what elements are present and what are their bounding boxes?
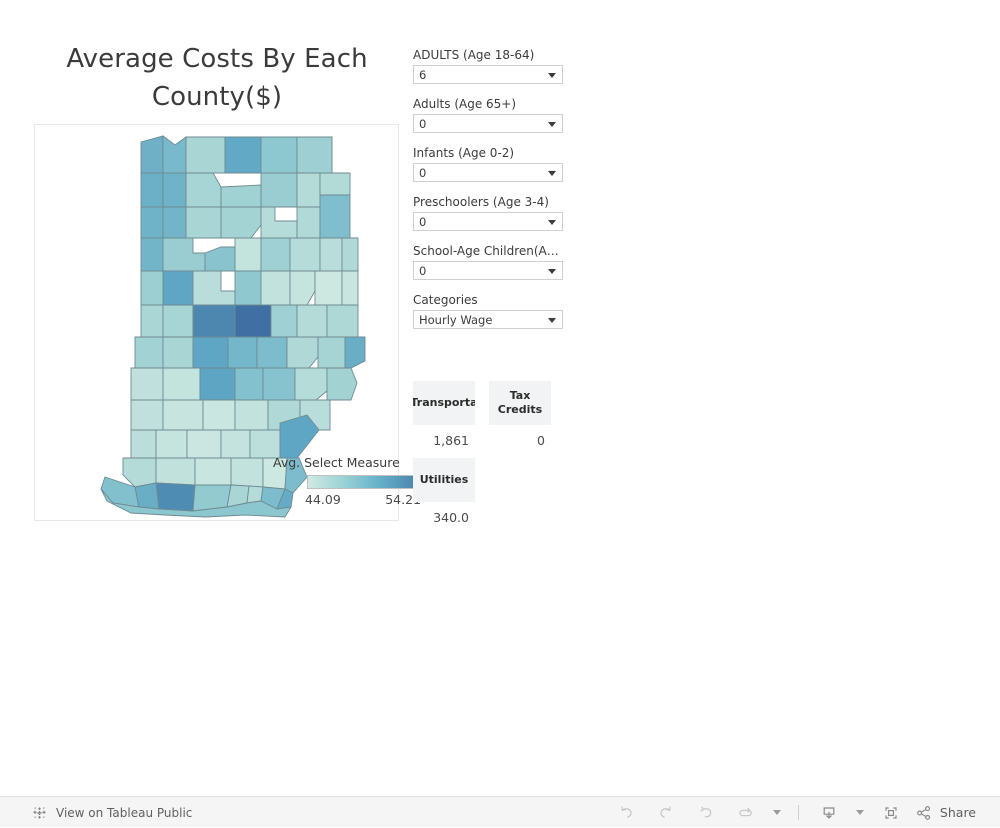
fullscreen-icon xyxy=(885,806,897,819)
legend-title: Avg. Select Measure xyxy=(273,455,400,470)
metric-header: Tax Credits xyxy=(489,381,551,425)
chevron-down-icon[interactable] xyxy=(548,220,556,225)
metric-header: Transporta xyxy=(413,381,475,425)
filter-dropdown-adults-65-plus[interactable]: 0 xyxy=(413,114,563,133)
metric-card-transportation[interactable]: Transporta 1,861 xyxy=(413,381,475,448)
metric-card-utilities[interactable]: Utilities 340.0 xyxy=(413,458,475,525)
filter-value: 0 xyxy=(419,166,427,180)
filter-label: Adults (Age 65+) xyxy=(413,97,517,111)
dashboard: Average Costs By Each County($) Avg. Sel… xyxy=(0,0,1000,796)
undo-button[interactable] xyxy=(606,797,646,828)
fullscreen-button[interactable] xyxy=(871,797,911,828)
download-button[interactable] xyxy=(809,797,849,828)
filter-value: 6 xyxy=(419,68,427,82)
filter-label: School-Age Children(Age… xyxy=(413,244,565,258)
filter-adults-18-64: ADULTS (Age 18-64) 6 xyxy=(413,48,565,84)
legend-gradient-bar xyxy=(307,475,419,489)
toolbar-actions: Share xyxy=(606,797,984,828)
redo-icon xyxy=(660,805,671,818)
filter-adults-65-plus: Adults (Age 65+) 0 xyxy=(413,97,565,133)
filter-label: Categories xyxy=(413,293,478,307)
legend-min-value: 44.09 xyxy=(305,492,341,507)
metric-card-tax-credits[interactable]: Tax Credits 0 xyxy=(489,381,551,448)
page-title: Average Costs By Each County($) xyxy=(66,44,368,112)
chevron-down-icon[interactable] xyxy=(548,73,556,78)
chevron-down-icon[interactable] xyxy=(548,269,556,274)
filter-value: Hourly Wage xyxy=(419,313,493,327)
share-button[interactable]: Share xyxy=(911,804,984,822)
filter-label: Preschoolers (Age 3-4) xyxy=(413,195,549,209)
download-icon xyxy=(823,806,835,819)
metric-header: Utilities xyxy=(413,458,475,502)
refresh-dropdown-button[interactable] xyxy=(766,797,788,828)
filter-value: 0 xyxy=(419,264,427,278)
chevron-down-icon[interactable] xyxy=(548,122,556,127)
filter-school-age-children: School-Age Children(Age… 0 xyxy=(413,244,565,280)
chevron-down-icon xyxy=(772,810,781,815)
share-icon xyxy=(917,805,931,820)
revert-button[interactable] xyxy=(686,797,726,828)
filter-dropdown-infants[interactable]: 0 xyxy=(413,163,563,182)
metric-value: 1,861 xyxy=(433,433,469,448)
revert-icon xyxy=(700,806,712,818)
refresh-icon xyxy=(739,807,752,816)
view-on-tableau-public-label: View on Tableau Public xyxy=(56,805,193,820)
map-legend: Avg. Select Measure 44.09 54.21 xyxy=(273,455,423,507)
filter-dropdown-adults-18-64[interactable]: 6 xyxy=(413,65,563,84)
download-dropdown-button[interactable] xyxy=(849,797,871,828)
chevron-down-icon[interactable] xyxy=(548,171,556,176)
metric-value: 340.0 xyxy=(433,510,469,525)
filter-value: 0 xyxy=(419,215,427,229)
footer-toolbar: View on Tableau Public Share xyxy=(0,796,1000,827)
view-on-tableau-public-link[interactable]: View on Tableau Public xyxy=(32,797,192,828)
filter-dropdown-school-age-children[interactable]: 0 xyxy=(413,261,563,280)
undo-icon xyxy=(621,805,632,818)
filter-categories: Categories Hourly Wage xyxy=(413,293,565,329)
filter-infants: Infants (Age 0-2) 0 xyxy=(413,146,565,182)
metric-cards: Transporta 1,861 Tax Credits 0 Utilities… xyxy=(413,381,565,535)
map-panel[interactable]: Avg. Select Measure 44.09 54.21 xyxy=(34,124,421,521)
toolbar-divider xyxy=(797,805,799,820)
filter-panel: ADULTS (Age 18-64) 6 Adults (Age 65+) 0 … xyxy=(413,48,565,342)
redo-button[interactable] xyxy=(646,797,686,828)
filter-value: 0 xyxy=(419,117,427,131)
metric-row: Transporta 1,861 Tax Credits 0 xyxy=(413,381,565,448)
filter-dropdown-categories[interactable]: Hourly Wage xyxy=(413,310,563,329)
filter-label: Infants (Age 0-2) xyxy=(413,146,515,160)
metric-value: 0 xyxy=(537,433,545,448)
metric-row: Utilities 340.0 xyxy=(413,458,565,525)
share-label: Share xyxy=(939,805,976,820)
filter-preschoolers: Preschoolers (Age 3-4) 0 xyxy=(413,195,565,231)
chevron-down-icon[interactable] xyxy=(548,318,556,323)
tableau-logo-icon xyxy=(33,806,46,819)
legend-scale: 44.09 54.21 xyxy=(305,492,421,507)
filter-label: ADULTS (Age 18-64) xyxy=(413,48,535,62)
chevron-down-icon xyxy=(855,810,864,815)
filter-dropdown-preschoolers[interactable]: 0 xyxy=(413,212,563,231)
refresh-button[interactable] xyxy=(726,797,766,828)
